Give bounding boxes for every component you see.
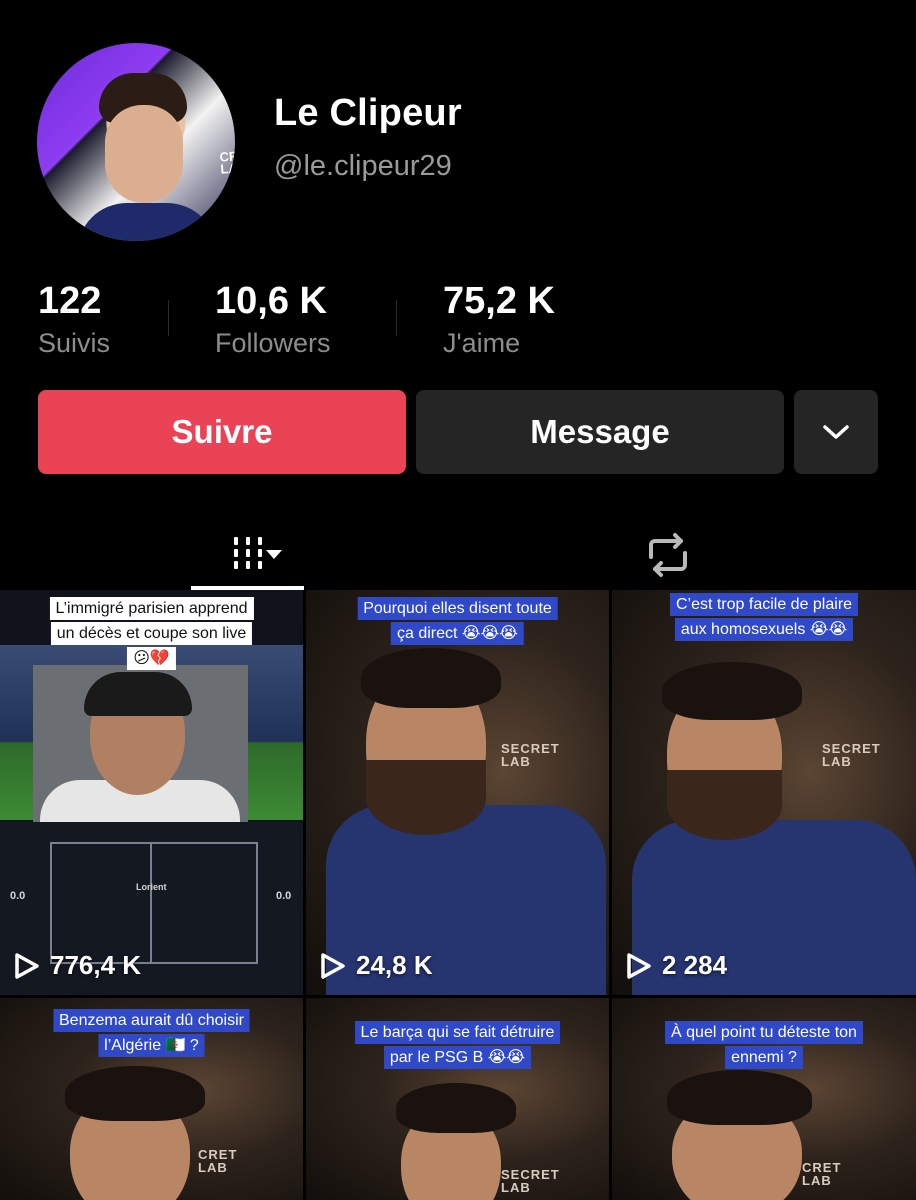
team-label: Lorient [136, 882, 167, 892]
caption-line: Le barça qui se fait détruire [354, 1021, 561, 1044]
stat-likes-value: 75,2 K [443, 280, 555, 322]
brand-logo: CRET LAB [802, 1160, 842, 1188]
video-tile[interactable]: 0.0 0.0 Lorient L’immigré parisien appre… [0, 590, 303, 995]
play-icon [321, 952, 345, 979]
view-count-value: 24,8 K [356, 950, 433, 980]
video-caption: À quel point tu déteste ton ennemi ? [665, 1020, 863, 1070]
video-caption: Benzema aurait dû choisir l’Algérie 🇩🇿 ? [53, 1008, 250, 1058]
follow-button-label: Suivre [171, 413, 273, 450]
follow-button[interactable]: Suivre [38, 390, 406, 474]
person-hair [667, 1070, 812, 1125]
play-icon [15, 952, 39, 979]
stat-followers-label: Followers [215, 328, 331, 358]
stat-following[interactable]: 122 Suivis [38, 280, 110, 358]
video-tile[interactable]: CRET LAB À quel point tu déteste ton enne… [612, 998, 916, 1200]
avatar[interactable]: CR LA [37, 43, 235, 241]
person-hair [662, 662, 802, 720]
more-options-button[interactable] [794, 390, 878, 474]
profile-handle: @le.clipeur29 [274, 150, 452, 182]
repost-icon [649, 533, 687, 577]
view-count: 2 284 [626, 950, 727, 981]
chevron-down-icon [823, 425, 849, 439]
message-button-label: Message [530, 413, 670, 450]
stat-likes[interactable]: 75,2 K J'aime [443, 280, 555, 358]
streamer-headset [84, 672, 192, 716]
pitch-field [50, 842, 258, 964]
person-hair [65, 1066, 205, 1121]
video-caption: C’est trop facile de plaire aux homosexu… [669, 592, 859, 642]
caption-line: ennemi ? [725, 1046, 803, 1069]
stat-following-value: 122 [38, 280, 102, 322]
grid-columns-icon [234, 537, 282, 569]
video-tile[interactable]: SECRET LAB C’est trop facile de plaire au… [612, 590, 916, 995]
person-beard [366, 760, 486, 835]
brand-logo: SECRET LAB [501, 741, 560, 769]
tab-videos[interactable] [190, 518, 304, 592]
stat-followers[interactable]: 10,6 K Followers [215, 280, 331, 358]
video-caption: L’immigré parisien apprend un décès et c… [49, 596, 254, 671]
tab-reposts[interactable] [626, 518, 710, 592]
avatar-face [105, 105, 183, 203]
person-beard [667, 770, 782, 840]
score-right: 0.0 [276, 890, 292, 902]
brand-logo: SECRET LAB [822, 741, 881, 769]
stat-likes-label: J'aime [443, 328, 521, 358]
caption-line: Benzema aurait dû choisir [53, 1009, 250, 1032]
brand-logo: CRET LAB [198, 1147, 238, 1175]
stat-divider [396, 300, 397, 336]
caption-line: l’Algérie 🇩🇿 ? [98, 1034, 205, 1057]
caption-line: 😕💔 [127, 647, 176, 670]
video-tile[interactable]: CRET LAB Benzema aurait dû choisir l’Algé… [0, 998, 303, 1200]
profile-name: Le Clipeur [274, 92, 462, 134]
message-button[interactable]: Message [416, 390, 784, 474]
score-left: 0.0 [10, 890, 26, 902]
caption-line: L’immigré parisien apprend [49, 597, 254, 620]
person-hair [361, 648, 501, 708]
caption-line: aux homosexuels 😭😭 [674, 618, 854, 641]
video-tile[interactable]: SECRET LAB Le barça qui se fait détruire … [306, 998, 609, 1200]
video-caption: Pourquoi elles disent toute ça direct 😭😭… [357, 596, 558, 646]
avatar-shirt [77, 203, 217, 241]
brand-logo: SECRET LAB [501, 1167, 560, 1195]
avatar-brand-text: CR LA [219, 148, 235, 177]
stat-followers-value: 10,6 K [215, 280, 327, 322]
caption-line: Pourquoi elles disent toute [357, 597, 558, 620]
stat-divider [168, 300, 169, 336]
video-tile[interactable]: SECRET LAB Pourquoi elles disent toute ça… [306, 590, 609, 995]
caption-line: un décès et coupe son live [50, 622, 253, 645]
caption-line: À quel point tu déteste ton [665, 1021, 863, 1044]
pitch-midline [150, 842, 152, 962]
stat-following-label: Suivis [38, 328, 111, 358]
video-caption: Le barça qui se fait détruire par le PSG… [354, 1020, 561, 1070]
view-count: 776,4 K [14, 950, 141, 981]
view-count-value: 2 284 [662, 950, 728, 980]
caption-line: ça direct 😭😭😭 [390, 622, 524, 645]
caption-line: C’est trop facile de plaire [669, 593, 859, 616]
caption-line: par le PSG B 😭😭 [383, 1046, 532, 1069]
view-count: 24,8 K [320, 950, 433, 981]
play-icon [627, 952, 651, 979]
view-count-value: 776,4 K [50, 950, 142, 980]
person-hair [396, 1083, 516, 1133]
